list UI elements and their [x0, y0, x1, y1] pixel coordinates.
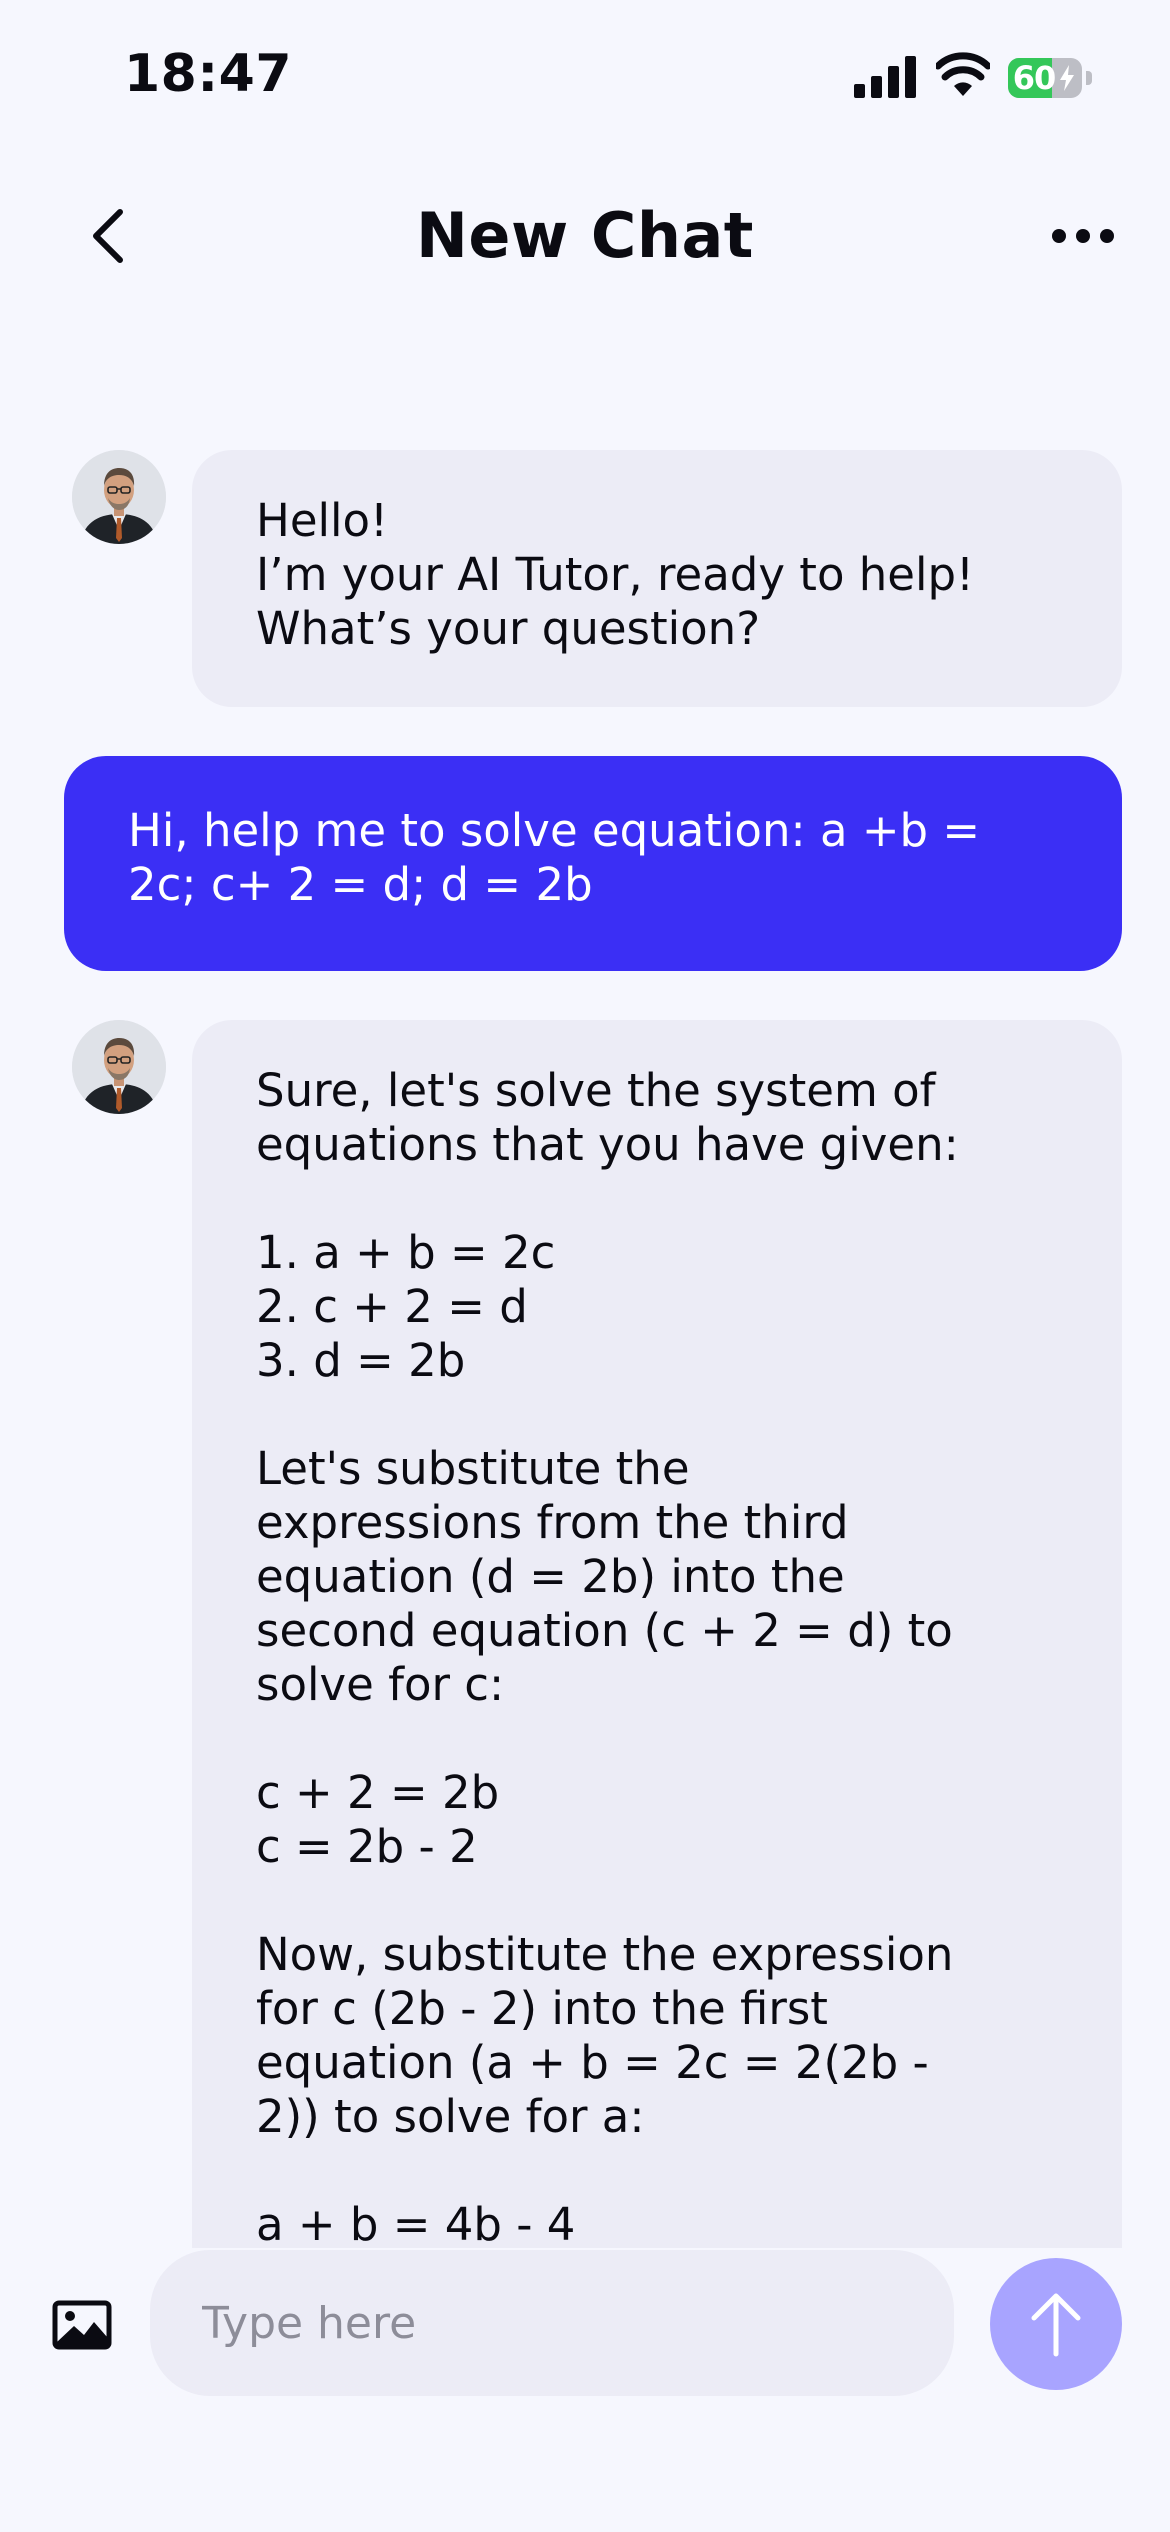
message-input[interactable] — [150, 2250, 954, 2396]
back-button[interactable] — [80, 200, 140, 272]
chevron-left-icon — [93, 209, 123, 263]
wifi-icon — [936, 52, 990, 96]
cellular-signal-icon — [854, 56, 916, 98]
page-title: New Chat — [416, 199, 754, 272]
battery-icon: 60 — [1008, 58, 1092, 98]
tutor-avatar — [72, 450, 166, 544]
tutor-avatar — [72, 1020, 166, 1114]
message-list[interactable]: Hello! I’m your AI Tutor, ready to help!… — [0, 430, 1170, 2248]
bot-message: Hello! I’m your AI Tutor, ready to help!… — [192, 450, 1122, 707]
ellipsis-icon — [1052, 229, 1114, 243]
status-time: 18:47 — [124, 44, 293, 104]
more-options-button[interactable] — [1050, 218, 1116, 254]
status-bar: 18:47 60 — [0, 0, 1170, 150]
charging-bolt-icon — [1060, 65, 1074, 91]
battery-percent: 60 — [1012, 59, 1057, 97]
arrow-up-icon — [1031, 2293, 1081, 2357]
image-icon — [52, 2300, 112, 2350]
bot-message: Sure, let's solve the system of equation… — [192, 1020, 1122, 2248]
attach-image-button[interactable] — [52, 2300, 112, 2350]
send-button[interactable] — [990, 2258, 1122, 2390]
chat-screen: 18:47 60 New Chat Hello! I’m your AI Tut… — [0, 0, 1170, 2532]
message-composer — [0, 2248, 1170, 2532]
user-message: Hi, help me to solve equation: a +b = 2c… — [64, 756, 1122, 971]
